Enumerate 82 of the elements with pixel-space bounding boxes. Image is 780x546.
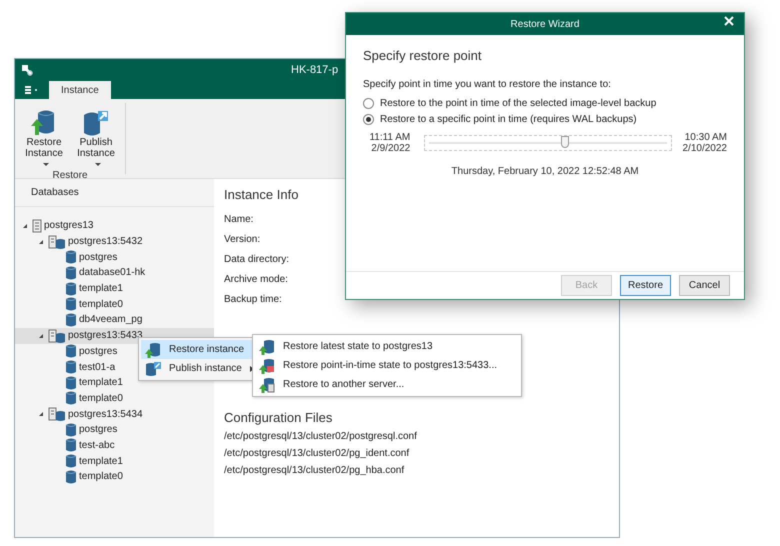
radio-button[interactable] bbox=[363, 98, 374, 108]
section-title: Specify restore point bbox=[363, 48, 483, 63]
database-icon bbox=[65, 422, 77, 438]
time-label: 11:11 AM bbox=[369, 132, 410, 143]
time-label: 10:30 AM bbox=[684, 132, 727, 143]
option-label: Restore to the point in time of the selected image-level backup bbox=[380, 98, 656, 108]
radio-button[interactable] bbox=[363, 114, 374, 124]
panel-title: Databases bbox=[31, 187, 79, 198]
tree-item[interactable]: test-abc bbox=[15, 438, 214, 454]
close-icon bbox=[724, 16, 734, 26]
expanded-arrow-icon[interactable] bbox=[39, 412, 43, 416]
ribbon-group-label: Restore bbox=[52, 170, 88, 181]
tree-item[interactable]: template1 bbox=[15, 374, 214, 391]
database-icon bbox=[65, 359, 77, 376]
field-label: Version: bbox=[224, 234, 260, 247]
file-path: /etc/postgresql/13/cluster02/postgresql.conf bbox=[224, 431, 417, 444]
server-restore-icon bbox=[259, 376, 275, 392]
database-icon bbox=[65, 390, 77, 406]
restore-instance-button[interactable]: Restore Instance bbox=[21, 109, 67, 170]
server-database-icon bbox=[48, 234, 66, 249]
database-icon bbox=[65, 249, 77, 266]
database-icon bbox=[65, 296, 77, 312]
dialog-title: Restore Wizard bbox=[510, 18, 580, 30]
field-label: Backup time: bbox=[224, 294, 282, 307]
dialog-button[interactable]: Cancel bbox=[679, 275, 730, 296]
expanded-arrow-icon[interactable] bbox=[23, 224, 27, 228]
database-publish-icon bbox=[145, 360, 161, 376]
tree-item[interactable]: template1 bbox=[15, 280, 214, 296]
menu-item[interactable]: Restore point-in-time state to postgres13:5433... bbox=[255, 356, 519, 375]
prompt-text: Specify point in time you want to restore the instance to: bbox=[363, 79, 612, 90]
date-label: 2/10/2022 bbox=[682, 143, 727, 154]
app-logo-icon bbox=[21, 64, 33, 76]
database-restore-icon bbox=[259, 338, 275, 354]
tree-item[interactable]: postgres bbox=[15, 422, 214, 438]
section-title: Instance Info bbox=[224, 187, 298, 202]
database-icon bbox=[65, 453, 77, 470]
server-icon bbox=[32, 218, 42, 233]
server-database-icon bbox=[48, 407, 66, 422]
field-label: Archive mode: bbox=[224, 274, 288, 287]
field-label: Name: bbox=[224, 214, 254, 227]
database-icon bbox=[65, 312, 77, 328]
menu-item[interactable]: Restore instance bbox=[141, 340, 253, 359]
file-path: /etc/postgresql/13/cluster02/pg_ident.conf bbox=[224, 448, 410, 461]
database-restore-icon bbox=[145, 342, 161, 358]
date-label: 2/9/2022 bbox=[371, 143, 410, 154]
slider-thumb[interactable] bbox=[561, 136, 570, 148]
tree-item[interactable]: template0 bbox=[15, 390, 214, 406]
publish-instance-button[interactable]: Publish Instance bbox=[73, 109, 119, 170]
tree-item[interactable]: postgres13 bbox=[15, 218, 214, 234]
expanded-arrow-icon[interactable] bbox=[39, 240, 43, 244]
option-label: Restore to a specific point in time (requires WAL backups) bbox=[380, 114, 637, 124]
tree-item[interactable]: template0 bbox=[15, 296, 214, 312]
database-icon bbox=[65, 437, 77, 454]
tree-item[interactable]: db4veeam_pg bbox=[15, 312, 214, 328]
time-slider[interactable] bbox=[424, 135, 672, 151]
database-icon bbox=[65, 343, 77, 360]
ribbon-tab[interactable]: Instance bbox=[49, 81, 111, 99]
close-button[interactable] bbox=[724, 16, 734, 26]
tree-item[interactable]: database01-hk bbox=[15, 265, 214, 281]
tree-item[interactable]: postgres13:5434 bbox=[15, 406, 214, 422]
selected-time: Thursday, February 10, 2022 12:52:48 AM bbox=[450, 166, 640, 177]
server-database-icon bbox=[48, 328, 66, 343]
database-icon bbox=[65, 468, 77, 485]
file-path: /etc/postgresql/13/cluster02/pg_hba.conf bbox=[224, 465, 404, 478]
menu-item[interactable]: Restore latest state to postgres13 bbox=[255, 337, 519, 356]
database-icon bbox=[65, 280, 77, 297]
tree-item[interactable]: postgres13:5432 bbox=[15, 234, 214, 250]
caret-icon bbox=[94, 162, 100, 166]
menu-item[interactable]: Restore to another server... bbox=[255, 375, 519, 394]
tree-item[interactable]: postgres bbox=[15, 249, 214, 266]
field-label: Data directory: bbox=[224, 254, 290, 267]
caret-icon bbox=[42, 162, 48, 166]
menu-icon bbox=[25, 86, 39, 94]
database-icon bbox=[65, 374, 77, 391]
section-title: Configuration Files bbox=[224, 410, 332, 425]
database-publish-icon bbox=[82, 109, 110, 137]
database-icon bbox=[65, 264, 77, 281]
dialog-button[interactable]: Restore bbox=[620, 275, 671, 296]
expanded-arrow-icon[interactable] bbox=[39, 334, 43, 338]
window-title: HK-817-p bbox=[291, 64, 338, 76]
tree-item[interactable]: template1 bbox=[15, 453, 214, 469]
tree-item[interactable]: template0 bbox=[15, 469, 214, 485]
